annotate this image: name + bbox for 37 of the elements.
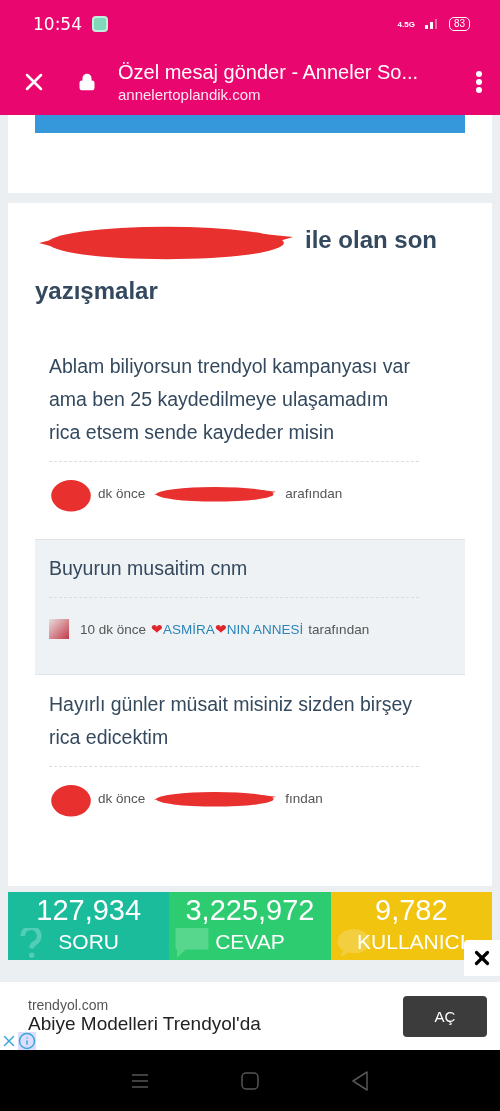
info-icon[interactable] (18, 1032, 36, 1050)
user-avatar (49, 619, 69, 639)
ad-source: trendyol.com (28, 997, 110, 1013)
network-type: 4.5G (397, 19, 415, 29)
app-notification-icon (92, 16, 108, 32)
stat-value: 3,225,972 (185, 893, 315, 928)
lock-icon (78, 72, 96, 91)
conversation-heading: ile olan son (305, 225, 438, 255)
back-icon[interactable] (351, 1070, 369, 1091)
conversation-heading: yazışmalar (35, 276, 158, 306)
stat-value: 9,782 (375, 893, 448, 928)
message-time: dk önce (98, 485, 146, 501)
message-suffix: arafından (285, 485, 343, 501)
more-icon (476, 70, 482, 93)
stat-label: CEVAP (215, 929, 285, 955)
close-button[interactable] (464, 940, 500, 976)
signal-icon (424, 19, 439, 29)
home-icon[interactable] (241, 1071, 259, 1090)
stat-label: SORU (58, 929, 119, 955)
message-suffix: fından (285, 790, 323, 806)
menu-button[interactable] (476, 70, 482, 93)
author-link[interactable]: ❤ASMİRA❤NIN ANNESİ (151, 621, 304, 637)
clock-time: 10:54 (33, 14, 82, 34)
message-suffix: tarafından (308, 621, 370, 637)
message-text: Buyurun musaitim cnm (49, 552, 419, 598)
message-text: Hayırlı günler müsait misiniz sizden birşey rica edicektim (49, 688, 419, 767)
battery-level: 83 (448, 17, 470, 31)
stat-value: 127,934 (36, 893, 142, 928)
message-text: Ablam biliyorsun trendyol kampanyası var ama ben 25 kaydedilmeye ulaşamadım rica etsem sende kaydeder misin (49, 350, 419, 462)
open-button[interactable]: AÇ (403, 995, 487, 1037)
menu-icon[interactable] (131, 1072, 149, 1089)
message-time: dk önce (98, 790, 146, 806)
page-url[interactable]: annelertoplandik.com (118, 85, 476, 103)
ad-title: Abiye Modelleri Trendyol'da (28, 1013, 262, 1035)
message-time: 10 dk önce (80, 621, 147, 637)
stat-label: KULLANICI (357, 929, 466, 955)
page-title: Özel mesaj gönder - Anneler So... (118, 60, 420, 84)
